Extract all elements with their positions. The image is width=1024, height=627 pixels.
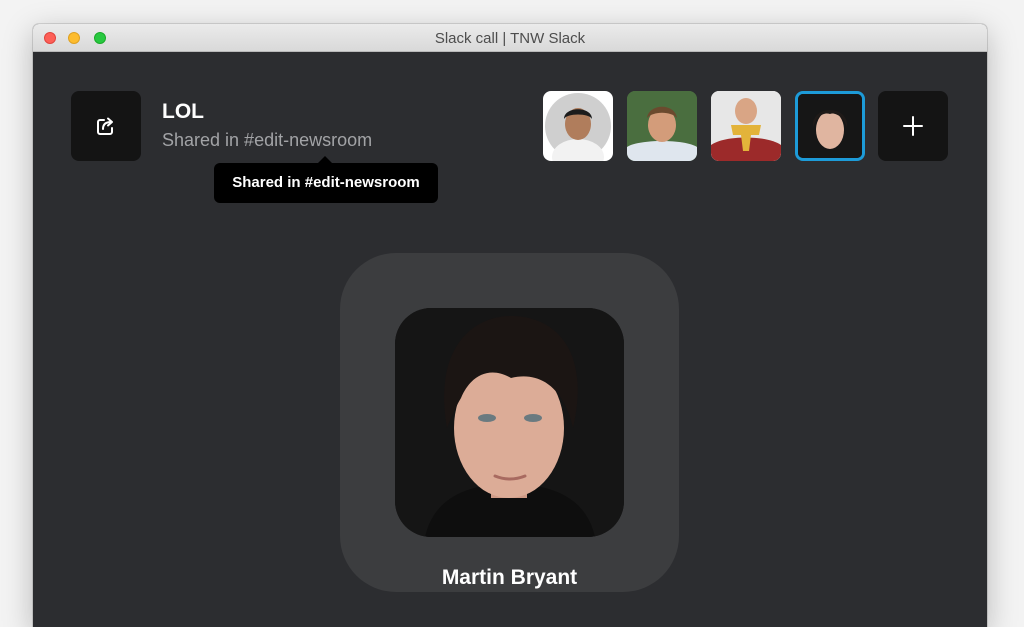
participant-avatar[interactable] (711, 91, 781, 161)
share-icon (95, 115, 117, 137)
speaker-name: Martin Bryant (441, 566, 578, 589)
participant-3-photo (711, 91, 781, 161)
call-channel-link[interactable]: Shared in #edit-newsroom (162, 130, 372, 151)
participant-avatar-active[interactable] (795, 91, 865, 161)
share-button[interactable] (71, 91, 141, 161)
participant-avatar[interactable] (543, 91, 613, 161)
speaker-photo (395, 308, 624, 537)
participant-avatar[interactable] (627, 91, 697, 161)
speaker-avatar (395, 308, 624, 537)
add-participant-button[interactable] (878, 91, 948, 161)
plus-icon (902, 115, 924, 137)
title-bar[interactable]: Slack call | TNW Slack (33, 24, 987, 52)
call-title: LOL (162, 100, 204, 123)
participant-4-photo (798, 94, 862, 158)
participant-2-photo (627, 91, 697, 161)
window-title: Slack call | TNW Slack (434, 30, 586, 47)
call-window: Slack call | TNW Slack LOL Shared in #ed… (33, 24, 987, 627)
channel-tooltip: Shared in #edit-newsroom (214, 156, 438, 203)
active-speaker-card: Martin Bryant (340, 253, 679, 592)
participant-1-photo (545, 93, 611, 161)
